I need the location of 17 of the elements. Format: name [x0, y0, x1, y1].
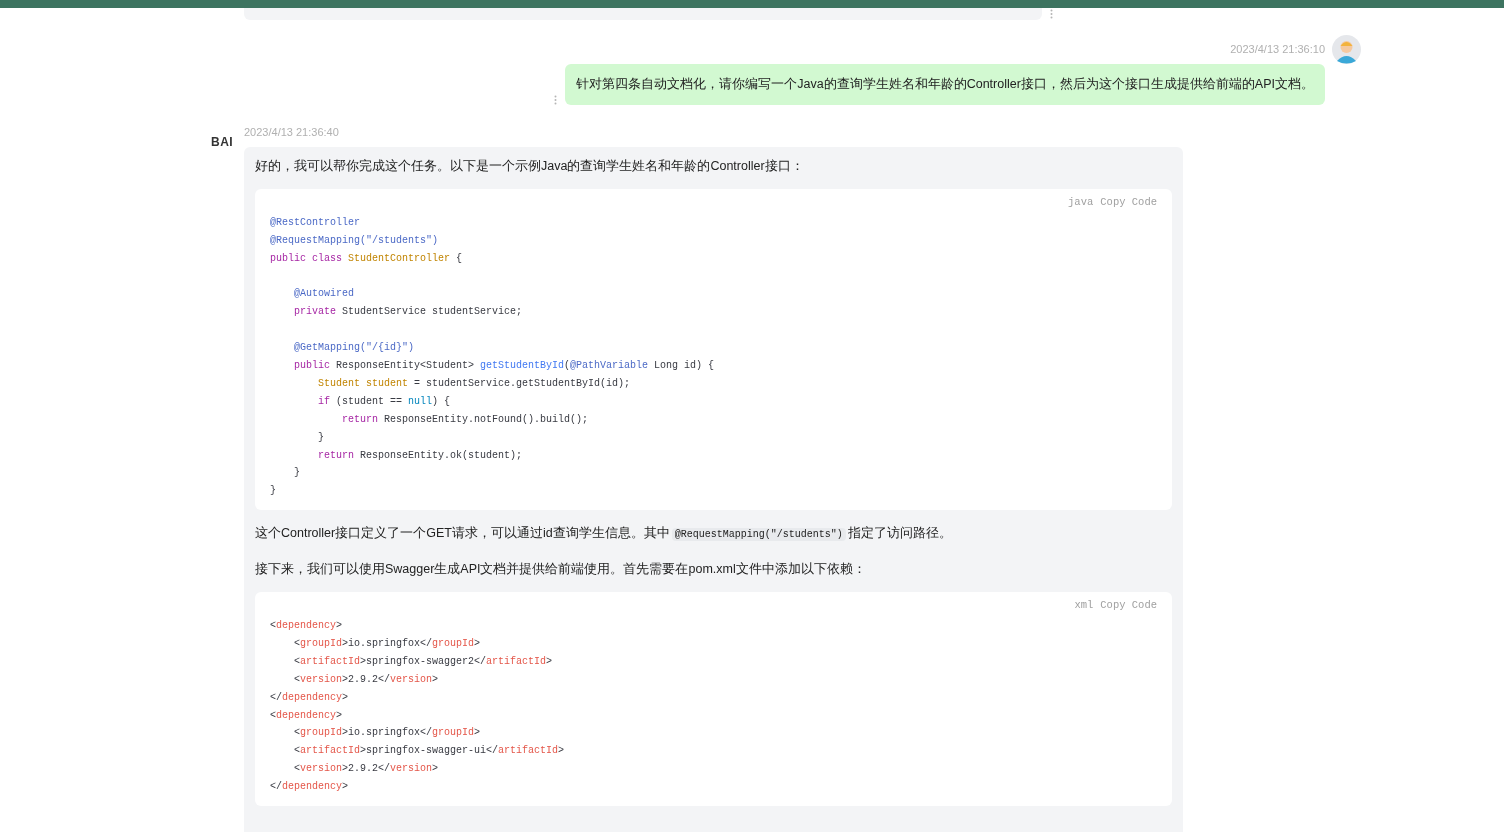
code-listing: @RestController @RequestMapping("/students") public class StudentController { @Autowired private StudentService studentService; @GetMapping("/{id}") public ResponseEntity<Student> getStudentById(@PathVariable Long id) { Student student = studentService.getStudentById(id); if (student == null) { return ResponseEntity.notFound().build(); } return ResponseEntity.ok(student); } }	[270, 215, 715, 499]
user-avatar	[1332, 35, 1361, 64]
code-language-label: java	[1068, 195, 1094, 210]
message-paragraph: 好的，我可以帮你完成这个任务。以下是一个示例Java的查询学生姓名和年龄的Controller接口：	[255, 158, 805, 175]
more-options-icon[interactable]	[554, 95, 558, 105]
code-language-label: xml	[1074, 598, 1094, 614]
inline-code: @RequestMapping("/students")	[671, 528, 846, 542]
bai-logo: BAI	[211, 134, 234, 151]
message-timestamp: 2023/4/13 21:36:40	[244, 125, 340, 139]
message-timestamp: 2023/4/13 21:36:10	[1230, 42, 1325, 56]
message-paragraph: 这个Controller接口定义了一个GET请求，可以通过id查询学生信息。其中 @RequestMapping("/students") 指定了访问路径。	[255, 525, 953, 544]
copy-code-button[interactable]: Copy Code	[1100, 598, 1157, 614]
copy-code-button[interactable]: Copy Code	[1100, 195, 1157, 211]
message-paragraph: 接下来，我们可以使用Swagger生成API文档并提供给前端使用。首先需要在pom.xml文件中添加以下依赖：	[255, 561, 867, 579]
user-message-bubble: 针对第四条自动文档化，请你编写一个Java的查询学生姓名和年龄的Controller接口，然后为这个接口生成提供给前端的API文档。	[565, 64, 1325, 105]
more-options-icon[interactable]	[1050, 9, 1053, 19]
code-listing: <dependency> <groupId>io.springfox</groupId> <artifactId>springfox-swagger2</artifactId> <version>2.9.2</version> </dependency> <dependency> <groupId>io.springfox</groupId> <artifactId>springfox-swagger-ui</artifactId> <version>2.9.2</version> </dependency>	[270, 619, 565, 795]
